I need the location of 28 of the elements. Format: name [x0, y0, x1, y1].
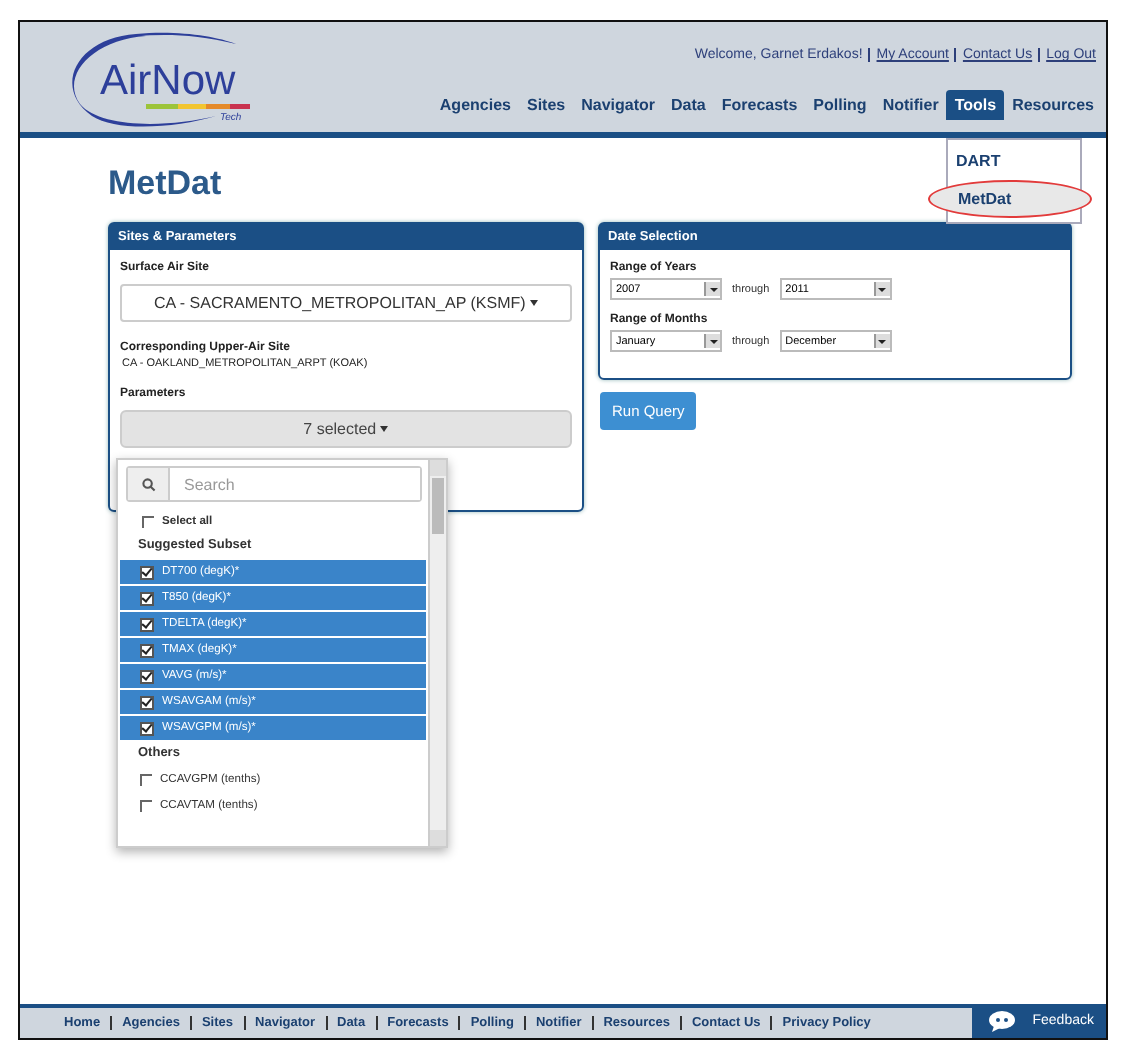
- checkbox: [140, 669, 154, 683]
- page-title: MetDat: [108, 164, 222, 204]
- checkbox: [140, 695, 154, 709]
- checkbox: [140, 591, 154, 605]
- nav-tab[interactable]: Tools: [946, 90, 1005, 120]
- checkbox: [140, 643, 154, 657]
- checkbox: [140, 617, 154, 631]
- nav-tab[interactable]: Agencies: [431, 90, 519, 120]
- site-dropdown[interactable]: CA - SACRAMENTO_METROPOLITAN_AP (KSMF): [120, 284, 572, 322]
- caret-icon: [380, 426, 389, 433]
- scrollbar[interactable]: [428, 460, 446, 846]
- parameters-dropdown[interactable]: 7 selected: [120, 410, 572, 448]
- nav-tab[interactable]: Resources: [1004, 90, 1102, 120]
- search-field[interactable]: Search: [126, 466, 422, 502]
- nav-tab[interactable]: Data: [663, 90, 714, 120]
- nav-tab[interactable]: Forecasts: [713, 90, 806, 120]
- nav-tab[interactable]: Sites: [518, 90, 574, 120]
- checkbox: [140, 565, 154, 579]
- checkbox: [140, 721, 154, 735]
- nav-tab[interactable]: Navigator: [573, 90, 664, 120]
- caret-icon: [530, 300, 539, 307]
- menu-item[interactable]: MetDat: [928, 180, 1092, 218]
- logo-wordmark[interactable]: AirNow: [100, 58, 236, 106]
- search-icon: [141, 477, 155, 491]
- nav-tab[interactable]: Notifier: [874, 90, 947, 120]
- chat-bubble-icon: [988, 1010, 1017, 1032]
- nav-tab[interactable]: Polling: [805, 90, 875, 120]
- menu-item[interactable]: DART: [948, 144, 1080, 178]
